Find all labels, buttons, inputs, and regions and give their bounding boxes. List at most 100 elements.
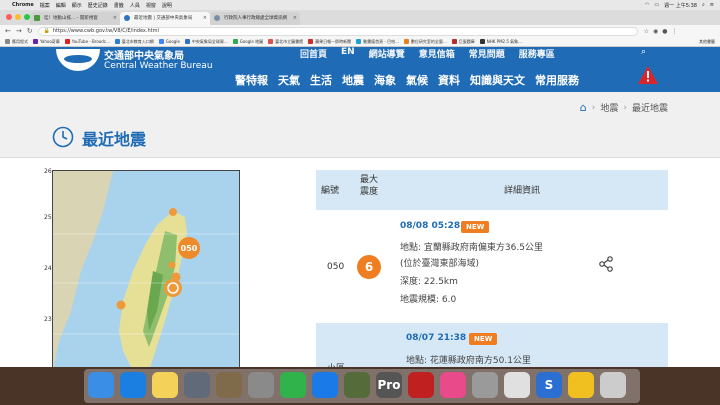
menu-help[interactable]: 說明	[162, 2, 172, 9]
window-controls	[6, 14, 30, 20]
bookmark-item[interactable]: Google 地圖	[232, 38, 264, 45]
quake-location: 地點: 花蓮縣政府南方50.1公里	[406, 356, 531, 366]
close-tab-icon[interactable]: ×	[113, 15, 117, 21]
menu-people[interactable]: 人員	[130, 2, 140, 9]
sourcetree-icon[interactable]: S	[536, 372, 562, 398]
table-row[interactable]: 小區 08/07 21:38 NEW 地點: 花蓮縣政府南方50.1公里	[316, 323, 668, 374]
battery-icon[interactable]: ▭	[654, 2, 659, 8]
breadcrumb-earthquake[interactable]: 地震	[600, 101, 618, 114]
nav-services[interactable]: 常用服務	[535, 72, 579, 88]
quake-time[interactable]: 08/07 21:38	[406, 333, 466, 343]
tab-2[interactable]: 最近地震 | 交通部中央氣象局 ×	[120, 12, 210, 25]
wifi-icon[interactable]: ◠	[645, 2, 649, 8]
chrome-icon[interactable]	[504, 372, 530, 398]
site-name-english: Central Weather Bureau	[104, 61, 213, 71]
tab-3[interactable]: 行政院人事行政總處全球資訊網 ×	[210, 12, 300, 25]
bookmark-item[interactable]: Yahoo奇摩	[33, 39, 60, 45]
bookmark-favicon	[451, 39, 457, 44]
forward-icon[interactable]: →	[16, 27, 22, 35]
reload-icon[interactable]: ↻	[27, 27, 33, 35]
menubar-clock[interactable]: 週一 上午5:38	[664, 2, 697, 9]
nav-earthquake[interactable]: 地震	[342, 72, 364, 88]
launchpad-icon[interactable]	[184, 372, 210, 398]
menu-window[interactable]: 視窗	[146, 2, 156, 9]
notes-icon[interactable]	[152, 372, 178, 398]
english-link[interactable]: EN	[341, 47, 355, 60]
safari-icon[interactable]	[120, 372, 146, 398]
quake-location-detail: (位於臺灣東部海域)	[400, 259, 480, 269]
extension-icon[interactable]: ◉	[653, 28, 658, 35]
faq-link[interactable]: 常見問題	[469, 47, 505, 60]
bookmark-item[interactable]: 動畫瘋首頁 - 巴哈...	[356, 39, 399, 45]
address-bar[interactable]: 🔒 https://www.cwb.gov.tw/V8/C/E/index.ht…	[37, 26, 638, 36]
bookmark-item[interactable]: 應用程式	[5, 39, 28, 45]
bookmark-item[interactable]: Google	[158, 39, 180, 44]
nav-marine[interactable]: 海象	[374, 72, 396, 88]
share-icon[interactable]	[598, 256, 614, 272]
close-window-icon[interactable]	[6, 14, 12, 20]
photos-icon[interactable]	[568, 372, 594, 398]
nav-weather[interactable]: 天氣	[278, 72, 300, 88]
clock-icon	[52, 126, 74, 148]
new-badge: NEW	[469, 333, 498, 345]
more-menu-icon[interactable]: ⋮	[672, 28, 678, 35]
menu-history[interactable]: 歷史記錄	[88, 2, 108, 9]
tab-1[interactable]: 哇！地動山搖... - 開新視窗 ×	[30, 12, 120, 25]
nav-climate[interactable]: 氣候	[406, 72, 428, 88]
menu-edit[interactable]: 編輯	[56, 2, 66, 9]
quake-time[interactable]: 08/08 05:28	[400, 221, 460, 231]
bookmark-item[interactable]: NHK PM2.5 氣象...	[479, 39, 522, 45]
bookmark-item[interactable]: 巨蛋題庫	[451, 39, 475, 45]
close-tab-icon[interactable]: ×	[293, 15, 297, 21]
nav-knowledge[interactable]: 知識與天文	[470, 72, 525, 88]
system-prefs-icon[interactable]	[248, 372, 274, 398]
search-icon[interactable]: ⌕	[702, 2, 705, 8]
bookmark-label: Google	[165, 39, 180, 44]
bookmark-item[interactable]: 臺北市立圖書館	[268, 39, 303, 45]
messages-photo-icon[interactable]	[344, 372, 370, 398]
other-bookmarks[interactable]: 其他書籤	[699, 39, 720, 45]
photo-editor-icon[interactable]	[216, 372, 242, 398]
menu-app-name[interactable]: Chrome	[12, 2, 34, 8]
sitemap-link[interactable]: 網站導覽	[369, 47, 405, 60]
home-icon[interactable]: ⌂	[580, 101, 587, 114]
bookmark-label: Google 地圖	[239, 38, 264, 44]
facetime-icon[interactable]	[280, 372, 306, 398]
nav-life[interactable]: 生活	[310, 72, 332, 88]
earthquake-map[interactable]: 050	[52, 170, 240, 370]
menu-file[interactable]: 檔案	[40, 2, 50, 9]
header-max-intensity: 最大 震度	[359, 175, 378, 197]
nav-data[interactable]: 資料	[438, 72, 460, 88]
trash-icon[interactable]	[600, 372, 626, 398]
bookmark-item[interactable]: 中央氣象局全球資...	[184, 39, 228, 45]
service-link[interactable]: 服務專區	[519, 47, 555, 60]
back-icon[interactable]: ←	[5, 27, 11, 35]
warning-icon[interactable]	[638, 66, 658, 84]
bookmark-label: 蘋果日報—即時新聞	[315, 38, 352, 44]
site-search-icon[interactable]: ⌕	[641, 47, 646, 57]
bookmark-item[interactable]: YouTube - Broadc...	[64, 39, 110, 44]
nav-warnings[interactable]: 警特報	[235, 72, 268, 88]
profile-avatar-icon[interactable]: ●	[662, 28, 667, 35]
minimize-window-icon[interactable]	[15, 14, 21, 20]
app-store-icon[interactable]	[312, 372, 338, 398]
bookmark-item[interactable]: 蘋果日報—即時新聞	[308, 39, 351, 45]
bookmark-item[interactable]: 數位研究室的全量...	[403, 39, 447, 45]
bookmark-favicon	[33, 39, 38, 44]
feedback-link[interactable]: 意見信箱	[419, 47, 455, 60]
finder-icon[interactable]	[88, 372, 114, 398]
final-cut-pro-icon[interactable]: Pro	[376, 372, 402, 398]
close-tab-icon[interactable]: ×	[203, 15, 207, 21]
menu-list-icon[interactable]: ≡	[710, 2, 714, 8]
star-icon[interactable]: ☆	[644, 28, 649, 35]
bookmark-favicon	[232, 39, 238, 44]
menu-view[interactable]: 顯示	[72, 2, 82, 9]
table-row[interactable]: 050 6 08/08 05:28 NEW 地點: 宜蘭縣政府南偏東方36.5公…	[316, 210, 668, 323]
preview-icon[interactable]	[472, 372, 498, 398]
bookmark-item[interactable]: 臺北市教育入口網	[114, 39, 154, 45]
menu-bookmarks[interactable]: 書籤	[114, 2, 124, 9]
itunes-icon[interactable]	[440, 372, 466, 398]
bookmark-favicon	[158, 39, 164, 44]
photo-booth-icon[interactable]	[408, 372, 434, 398]
home-link[interactable]: 回首頁	[300, 47, 327, 60]
